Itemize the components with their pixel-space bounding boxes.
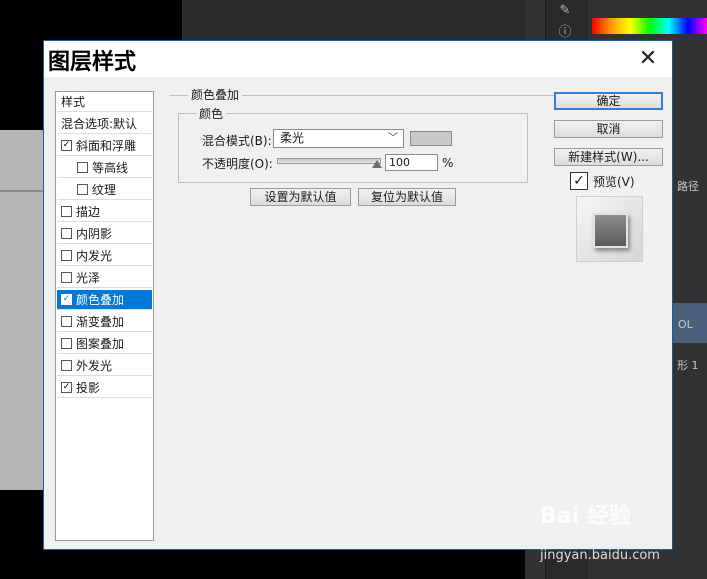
effect-item[interactable]: ✓ 投影 bbox=[57, 378, 152, 398]
effect-label: 渐变叠加 bbox=[76, 315, 125, 329]
effect-label: 描边 bbox=[76, 205, 101, 219]
layer-name-ol[interactable]: OL bbox=[678, 318, 707, 331]
close-icon: ✕ bbox=[638, 46, 658, 71]
effect-checkbox[interactable] bbox=[61, 272, 72, 283]
blend-mode-select[interactable]: 柔光 ﹀ bbox=[273, 129, 404, 148]
opacity-input[interactable]: 100 bbox=[385, 154, 438, 171]
opacity-slider-thumb[interactable] bbox=[372, 160, 382, 168]
preview-label: 预览(V) bbox=[593, 175, 635, 189]
color-group-title: 颜色 bbox=[196, 105, 227, 122]
app-top-area bbox=[182, 0, 525, 40]
effect-checkbox[interactable]: ✓ bbox=[61, 140, 72, 151]
effect-item[interactable]: 图案叠加 bbox=[57, 334, 152, 354]
effect-checkbox[interactable]: ✓ bbox=[61, 382, 72, 393]
brush-icon[interactable]: ✎ bbox=[556, 2, 574, 20]
effect-label: 斜面和浮雕 bbox=[76, 139, 137, 153]
effect-checkbox[interactable] bbox=[61, 338, 72, 349]
opacity-slider-track[interactable] bbox=[277, 158, 381, 164]
overlay-color-swatch[interactable] bbox=[410, 131, 452, 146]
effect-label: 投影 bbox=[76, 381, 101, 395]
effect-item[interactable]: 纹理 bbox=[57, 180, 152, 200]
new-style-button[interactable]: 新建样式(W)... bbox=[554, 148, 663, 166]
blend-mode-label: 混合模式(B): bbox=[202, 134, 272, 148]
effect-label: 纹理 bbox=[92, 183, 117, 197]
set-default-button[interactable]: 设置为默认值 bbox=[250, 188, 351, 206]
effect-checkbox[interactable] bbox=[61, 316, 72, 327]
effect-label: 内发光 bbox=[76, 249, 113, 263]
dialog-title: 图层样式 bbox=[48, 50, 137, 75]
effect-item[interactable]: ✓ 斜面和浮雕 bbox=[57, 136, 152, 156]
group-title: 颜色叠加 bbox=[188, 86, 243, 103]
style-list: 样式 混合选项:默认 ✓ 斜面和浮雕等高线纹理描边内阴影内发光光泽 ✓ 颜色叠加渐变叠… bbox=[55, 91, 154, 541]
canvas-divider bbox=[0, 190, 45, 192]
preview-thumbnail bbox=[593, 213, 628, 248]
layers-panel-edge: 路径 OL 形 1 bbox=[675, 60, 707, 460]
effect-item[interactable]: 内阴影 bbox=[57, 224, 152, 244]
close-button[interactable]: ✕ bbox=[634, 45, 662, 73]
effect-label: 光泽 bbox=[76, 271, 101, 285]
layer-name-shape[interactable]: 形 1 bbox=[677, 357, 707, 373]
effect-checkbox[interactable] bbox=[61, 206, 72, 217]
preview-checkbox[interactable]: ✓ bbox=[570, 172, 588, 190]
effect-item[interactable]: 渐变叠加 bbox=[57, 312, 152, 332]
opacity-unit: % bbox=[442, 156, 454, 170]
canvas-gray-area bbox=[0, 130, 45, 490]
effect-item[interactable]: 等高线 bbox=[57, 158, 152, 178]
watermark-url: jingyan.baidu.com bbox=[540, 548, 660, 563]
reset-default-button[interactable]: 复位为默认值 bbox=[358, 188, 456, 206]
chevron-down-icon: ﹀ bbox=[388, 133, 398, 144]
cancel-button[interactable]: 取消 bbox=[554, 120, 663, 138]
blend-options-item[interactable]: 混合选项:默认 bbox=[57, 114, 152, 134]
paths-tab[interactable]: 路径 bbox=[677, 178, 707, 194]
blend-mode-value: 柔光 bbox=[280, 131, 305, 145]
style-list-header[interactable]: 样式 bbox=[57, 92, 152, 112]
opacity-label: 不透明度(O): bbox=[202, 157, 273, 171]
effect-item[interactable]: 描边 bbox=[57, 202, 152, 222]
effect-item[interactable]: 光泽 bbox=[57, 268, 152, 288]
watermark-logo: Bai 经验 bbox=[540, 504, 631, 529]
effect-item[interactable]: ✓ 颜色叠加 bbox=[57, 290, 152, 310]
color-spectrum[interactable] bbox=[592, 18, 707, 34]
effect-checkbox[interactable] bbox=[61, 250, 72, 261]
effect-checkbox[interactable] bbox=[61, 228, 72, 239]
ok-button[interactable]: 确定 bbox=[554, 92, 663, 110]
effect-label: 等高线 bbox=[92, 161, 129, 175]
layer-style-dialog: 图层样式 ✕ 样式 混合选项:默认 ✓ 斜面和浮雕等高线纹理描边内阴影内发光光泽 ✓… bbox=[43, 40, 673, 550]
effect-checkbox[interactable]: ✓ bbox=[61, 294, 72, 305]
effect-checkbox[interactable] bbox=[77, 162, 88, 173]
title-bar[interactable]: 图层样式 ✕ bbox=[44, 41, 672, 77]
effect-item[interactable]: 内发光 bbox=[57, 246, 152, 266]
effect-label: 颜色叠加 bbox=[76, 293, 125, 307]
effect-checkbox[interactable] bbox=[61, 360, 72, 371]
effect-item[interactable]: 外发光 bbox=[57, 356, 152, 376]
style-preview bbox=[576, 196, 643, 262]
effect-checkbox[interactable] bbox=[77, 184, 88, 195]
effect-label: 外发光 bbox=[76, 359, 113, 373]
effect-label: 内阴影 bbox=[76, 227, 113, 241]
effect-label: 图案叠加 bbox=[76, 337, 125, 351]
